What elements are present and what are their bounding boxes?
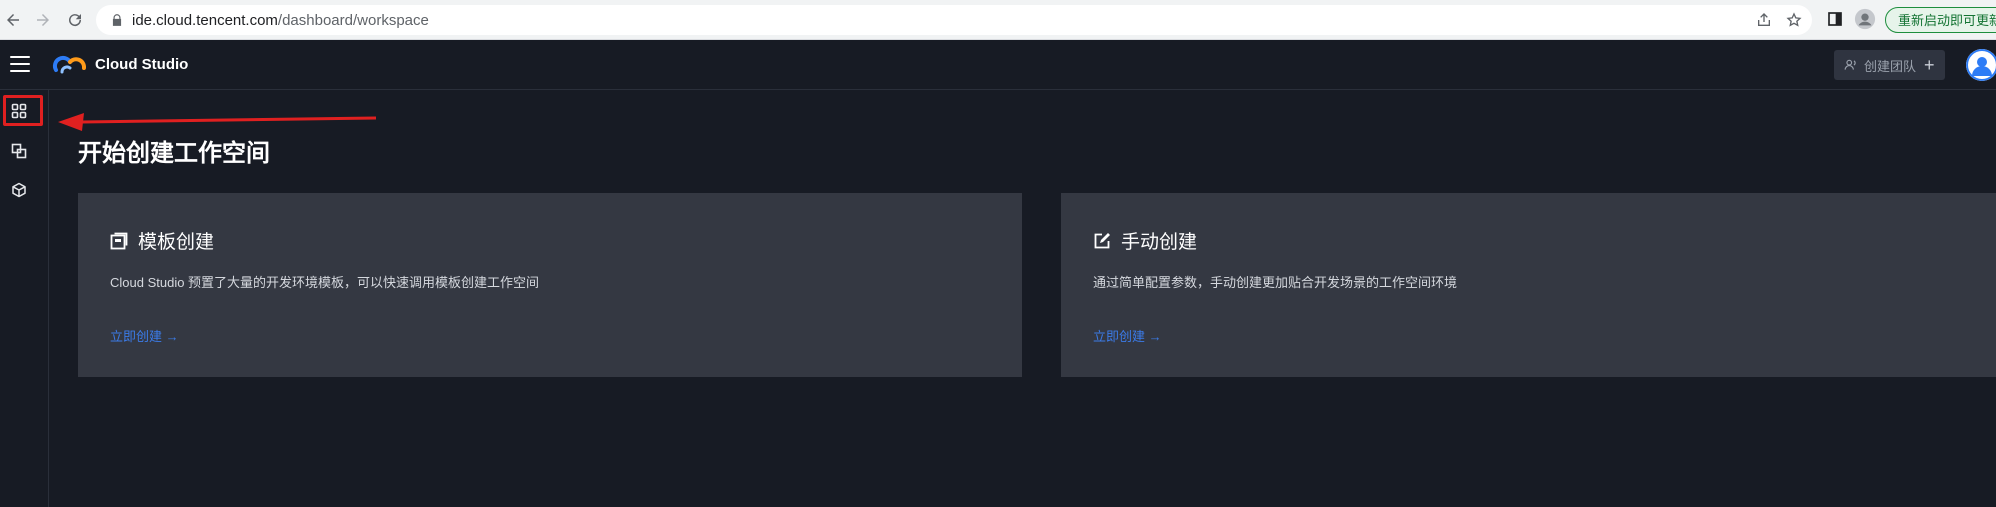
reload-icon (69, 14, 82, 27)
annotation-arrow (58, 113, 376, 131)
browser-toolbar: ide.cloud.tencent.com/dashboard/workspac… (0, 0, 1996, 40)
brand-name: Cloud Studio (95, 56, 189, 73)
back-arrow-icon (7, 14, 19, 26)
side-panel-icon (1828, 12, 1842, 26)
create-team-button[interactable]: 创建团队 + (1834, 50, 1945, 80)
user-add-icon (1844, 59, 1856, 70)
copy-icon[interactable] (11, 143, 27, 159)
card-title-text: 手动创建 (1121, 232, 1198, 253)
card-description: Cloud Studio 预置了大量的开发环境模板，可以快速调用模板创建工作空间 (110, 275, 540, 290)
sidebar (0, 90, 49, 507)
cube-icon[interactable] (11, 182, 27, 198)
lock-icon (112, 14, 122, 26)
profile-button[interactable] (1853, 7, 1877, 31)
forward-button[interactable] (30, 7, 56, 33)
card-title: 模板创建 (110, 227, 214, 254)
bookmark-star-icon[interactable] (1786, 12, 1802, 28)
plus-icon: + (1924, 54, 1935, 75)
create-now-link[interactable]: 立即创建 → (110, 326, 179, 345)
side-panel-button[interactable] (1823, 7, 1847, 31)
cloud-studio-logo[interactable] (52, 54, 88, 76)
address-bar[interactable]: ide.cloud.tencent.com/dashboard/workspac… (96, 5, 1812, 35)
page-title: 开始创建工作空间 (78, 140, 270, 167)
menu-icon[interactable] (10, 56, 30, 74)
restart-to-update-button[interactable]: 重新启动即可更新 (1885, 7, 1996, 33)
user-avatar-icon (1966, 49, 1996, 81)
app-header: Cloud Studio 创建团队 + (0, 40, 1996, 90)
grid-icon[interactable] (11, 103, 27, 119)
create-now-link[interactable]: 立即创建 → (1093, 326, 1162, 345)
create-team-label: 创建团队 (1864, 58, 1917, 74)
profile-icon (1854, 8, 1876, 30)
reload-button[interactable] (62, 7, 88, 33)
template-create-card[interactable]: 模板创建 Cloud Studio 预置了大量的开发环境模板，可以快速调用模板创… (78, 193, 1022, 377)
card-title: 手动创建 (1093, 227, 1197, 254)
share-icon[interactable] (1756, 12, 1772, 28)
card-description: 通过简单配置参数，手动创建更加贴合开发场景的工作空间环境 (1093, 275, 1458, 290)
template-icon (110, 232, 128, 249)
url-host: ide.cloud.tencent.com (132, 12, 278, 29)
url-text: ide.cloud.tencent.com/dashboard/workspac… (132, 12, 429, 29)
edit-icon (1094, 232, 1110, 248)
forward-arrow-icon (37, 14, 49, 26)
back-button[interactable] (0, 7, 26, 33)
card-title-text: 模板创建 (138, 232, 215, 253)
url-path: /dashboard/workspace (277, 12, 429, 29)
avatar[interactable] (1966, 49, 1996, 81)
manual-create-card[interactable]: 手动创建 通过简单配置参数，手动创建更加贴合开发场景的工作空间环境 立即创建 → (1061, 193, 1996, 377)
